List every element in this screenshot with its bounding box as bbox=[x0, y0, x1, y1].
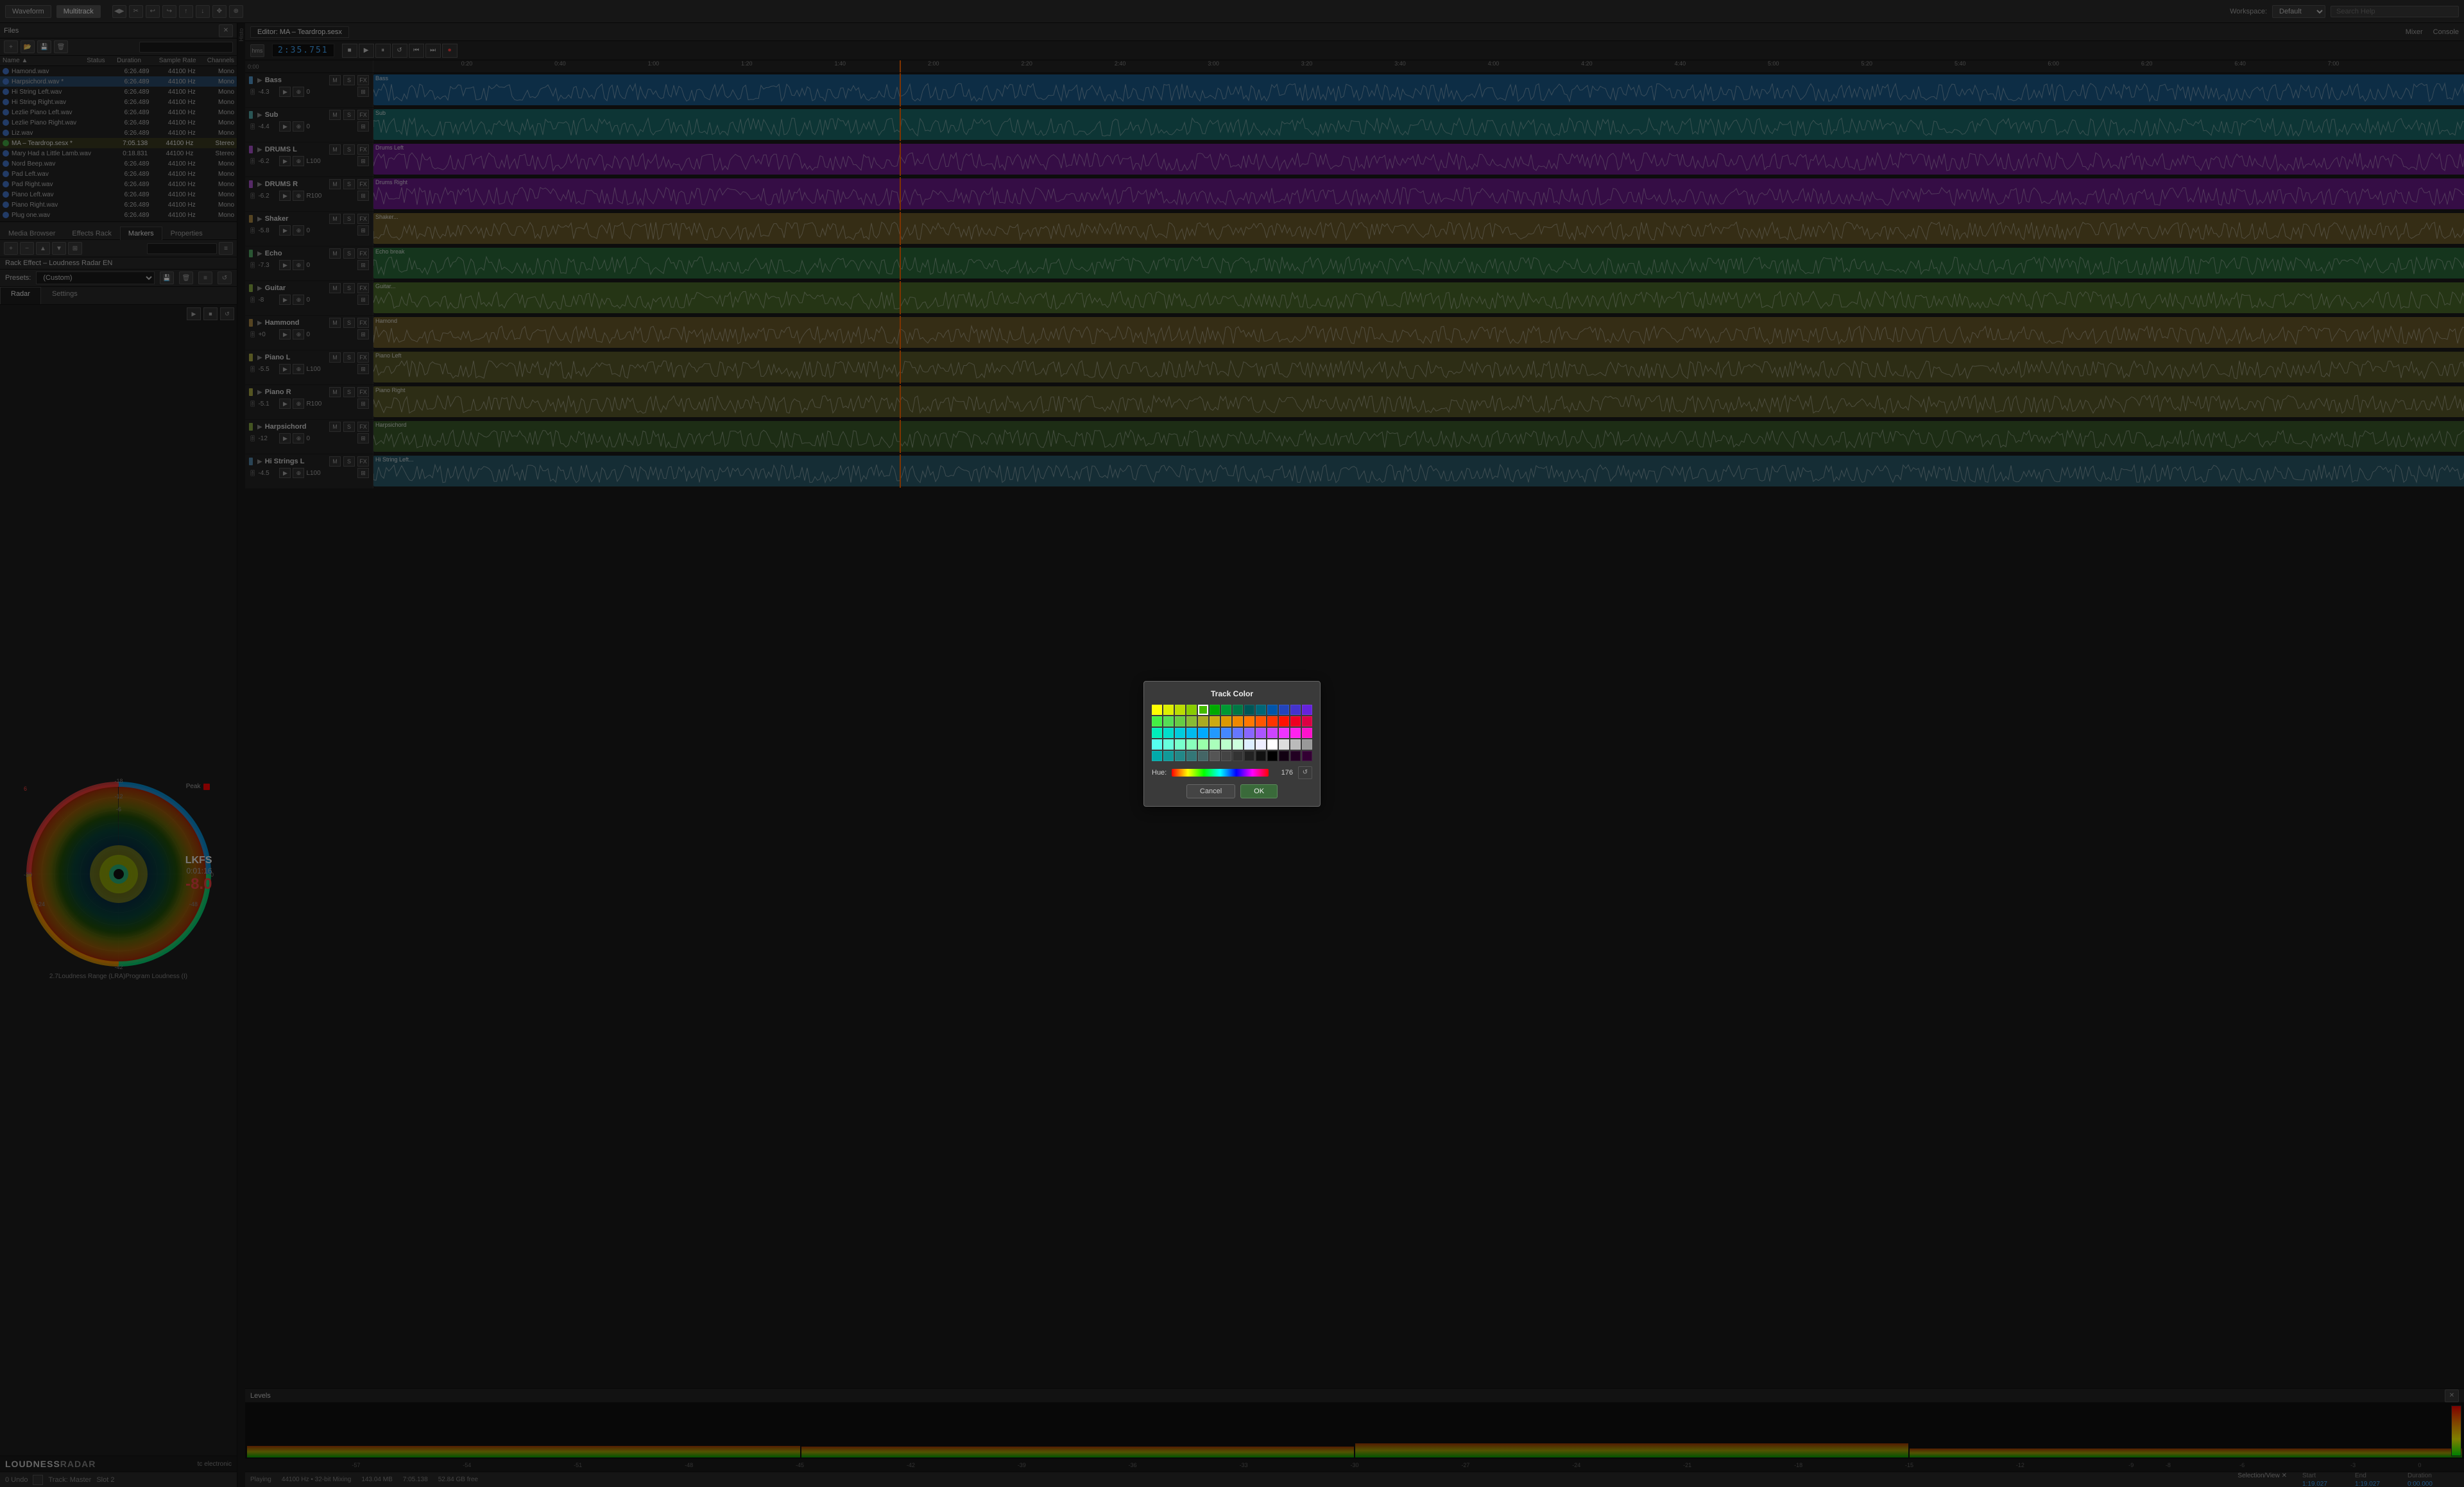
color-swatch[interactable] bbox=[1198, 716, 1208, 726]
color-swatch[interactable] bbox=[1152, 705, 1162, 715]
color-swatch[interactable] bbox=[1221, 728, 1231, 738]
color-swatch[interactable] bbox=[1210, 728, 1220, 738]
color-swatch[interactable] bbox=[1221, 739, 1231, 750]
color-swatch[interactable] bbox=[1210, 705, 1220, 715]
modal-title: Track Color bbox=[1152, 689, 1312, 698]
color-swatch[interactable] bbox=[1221, 705, 1231, 715]
color-swatch[interactable] bbox=[1175, 705, 1185, 715]
color-swatch[interactable] bbox=[1267, 705, 1278, 715]
color-swatch[interactable] bbox=[1302, 751, 1312, 761]
color-swatch[interactable] bbox=[1175, 716, 1185, 726]
color-swatch[interactable] bbox=[1198, 728, 1208, 738]
color-swatch[interactable] bbox=[1267, 728, 1278, 738]
hue-value: 176 bbox=[1274, 769, 1293, 777]
color-swatch[interactable] bbox=[1221, 716, 1231, 726]
color-swatch[interactable] bbox=[1210, 716, 1220, 726]
color-swatch[interactable] bbox=[1186, 705, 1197, 715]
color-swatch[interactable] bbox=[1210, 751, 1220, 761]
color-swatch[interactable] bbox=[1163, 728, 1174, 738]
color-swatch[interactable] bbox=[1256, 716, 1266, 726]
track-color-dialog: Track Color Hue: 176 ↺ Cancel OK bbox=[1143, 681, 1321, 807]
color-swatch[interactable] bbox=[1290, 705, 1301, 715]
color-swatch[interactable] bbox=[1244, 728, 1254, 738]
color-swatch[interactable] bbox=[1267, 739, 1278, 750]
modal-buttons: Cancel OK bbox=[1152, 784, 1312, 798]
color-swatch[interactable] bbox=[1163, 716, 1174, 726]
hue-reset-icon[interactable]: ↺ bbox=[1298, 766, 1312, 779]
color-swatch[interactable] bbox=[1279, 739, 1289, 750]
cancel-button[interactable]: Cancel bbox=[1186, 784, 1235, 798]
color-swatch[interactable] bbox=[1244, 716, 1254, 726]
color-swatch[interactable] bbox=[1279, 716, 1289, 726]
color-swatch[interactable] bbox=[1290, 751, 1301, 761]
color-swatch[interactable] bbox=[1302, 716, 1312, 726]
color-swatch[interactable] bbox=[1152, 728, 1162, 738]
color-swatch[interactable] bbox=[1175, 728, 1185, 738]
color-swatch[interactable] bbox=[1290, 716, 1301, 726]
color-swatch[interactable] bbox=[1186, 751, 1197, 761]
color-swatch[interactable] bbox=[1256, 705, 1266, 715]
color-swatch[interactable] bbox=[1163, 751, 1174, 761]
color-swatch[interactable] bbox=[1163, 705, 1174, 715]
color-swatch[interactable] bbox=[1233, 728, 1243, 738]
ok-button[interactable]: OK bbox=[1240, 784, 1278, 798]
color-swatch[interactable] bbox=[1302, 739, 1312, 750]
color-swatch[interactable] bbox=[1244, 751, 1254, 761]
color-swatch[interactable] bbox=[1267, 716, 1278, 726]
color-swatch[interactable] bbox=[1186, 728, 1197, 738]
color-swatch[interactable] bbox=[1233, 705, 1243, 715]
hue-row: Hue: 176 ↺ bbox=[1152, 766, 1312, 779]
color-swatch[interactable] bbox=[1152, 716, 1162, 726]
color-swatch[interactable] bbox=[1221, 751, 1231, 761]
color-swatch[interactable] bbox=[1198, 739, 1208, 750]
color-swatch[interactable] bbox=[1302, 728, 1312, 738]
color-swatch[interactable] bbox=[1186, 739, 1197, 750]
hue-label: Hue: bbox=[1152, 769, 1167, 777]
color-swatch[interactable] bbox=[1198, 705, 1208, 715]
color-swatch[interactable] bbox=[1279, 728, 1289, 738]
color-swatch[interactable] bbox=[1175, 739, 1185, 750]
color-swatch[interactable] bbox=[1210, 739, 1220, 750]
modal-overlay[interactable]: Track Color Hue: 176 ↺ Cancel OK bbox=[0, 0, 2464, 1487]
color-swatch[interactable] bbox=[1256, 739, 1266, 750]
color-swatch[interactable] bbox=[1267, 751, 1278, 761]
color-swatch[interactable] bbox=[1244, 705, 1254, 715]
color-swatch[interactable] bbox=[1198, 751, 1208, 761]
color-swatch[interactable] bbox=[1290, 728, 1301, 738]
color-swatch[interactable] bbox=[1163, 739, 1174, 750]
color-grid bbox=[1152, 705, 1312, 761]
color-swatch[interactable] bbox=[1233, 739, 1243, 750]
color-swatch[interactable] bbox=[1233, 751, 1243, 761]
hue-slider[interactable] bbox=[1172, 769, 1269, 777]
color-swatch[interactable] bbox=[1256, 728, 1266, 738]
color-swatch[interactable] bbox=[1302, 705, 1312, 715]
color-swatch[interactable] bbox=[1152, 751, 1162, 761]
color-swatch[interactable] bbox=[1256, 751, 1266, 761]
color-swatch[interactable] bbox=[1279, 751, 1289, 761]
color-swatch[interactable] bbox=[1152, 739, 1162, 750]
color-swatch[interactable] bbox=[1279, 705, 1289, 715]
color-swatch[interactable] bbox=[1233, 716, 1243, 726]
color-swatch[interactable] bbox=[1244, 739, 1254, 750]
color-swatch[interactable] bbox=[1290, 739, 1301, 750]
color-swatch[interactable] bbox=[1186, 716, 1197, 726]
color-swatch[interactable] bbox=[1175, 751, 1185, 761]
